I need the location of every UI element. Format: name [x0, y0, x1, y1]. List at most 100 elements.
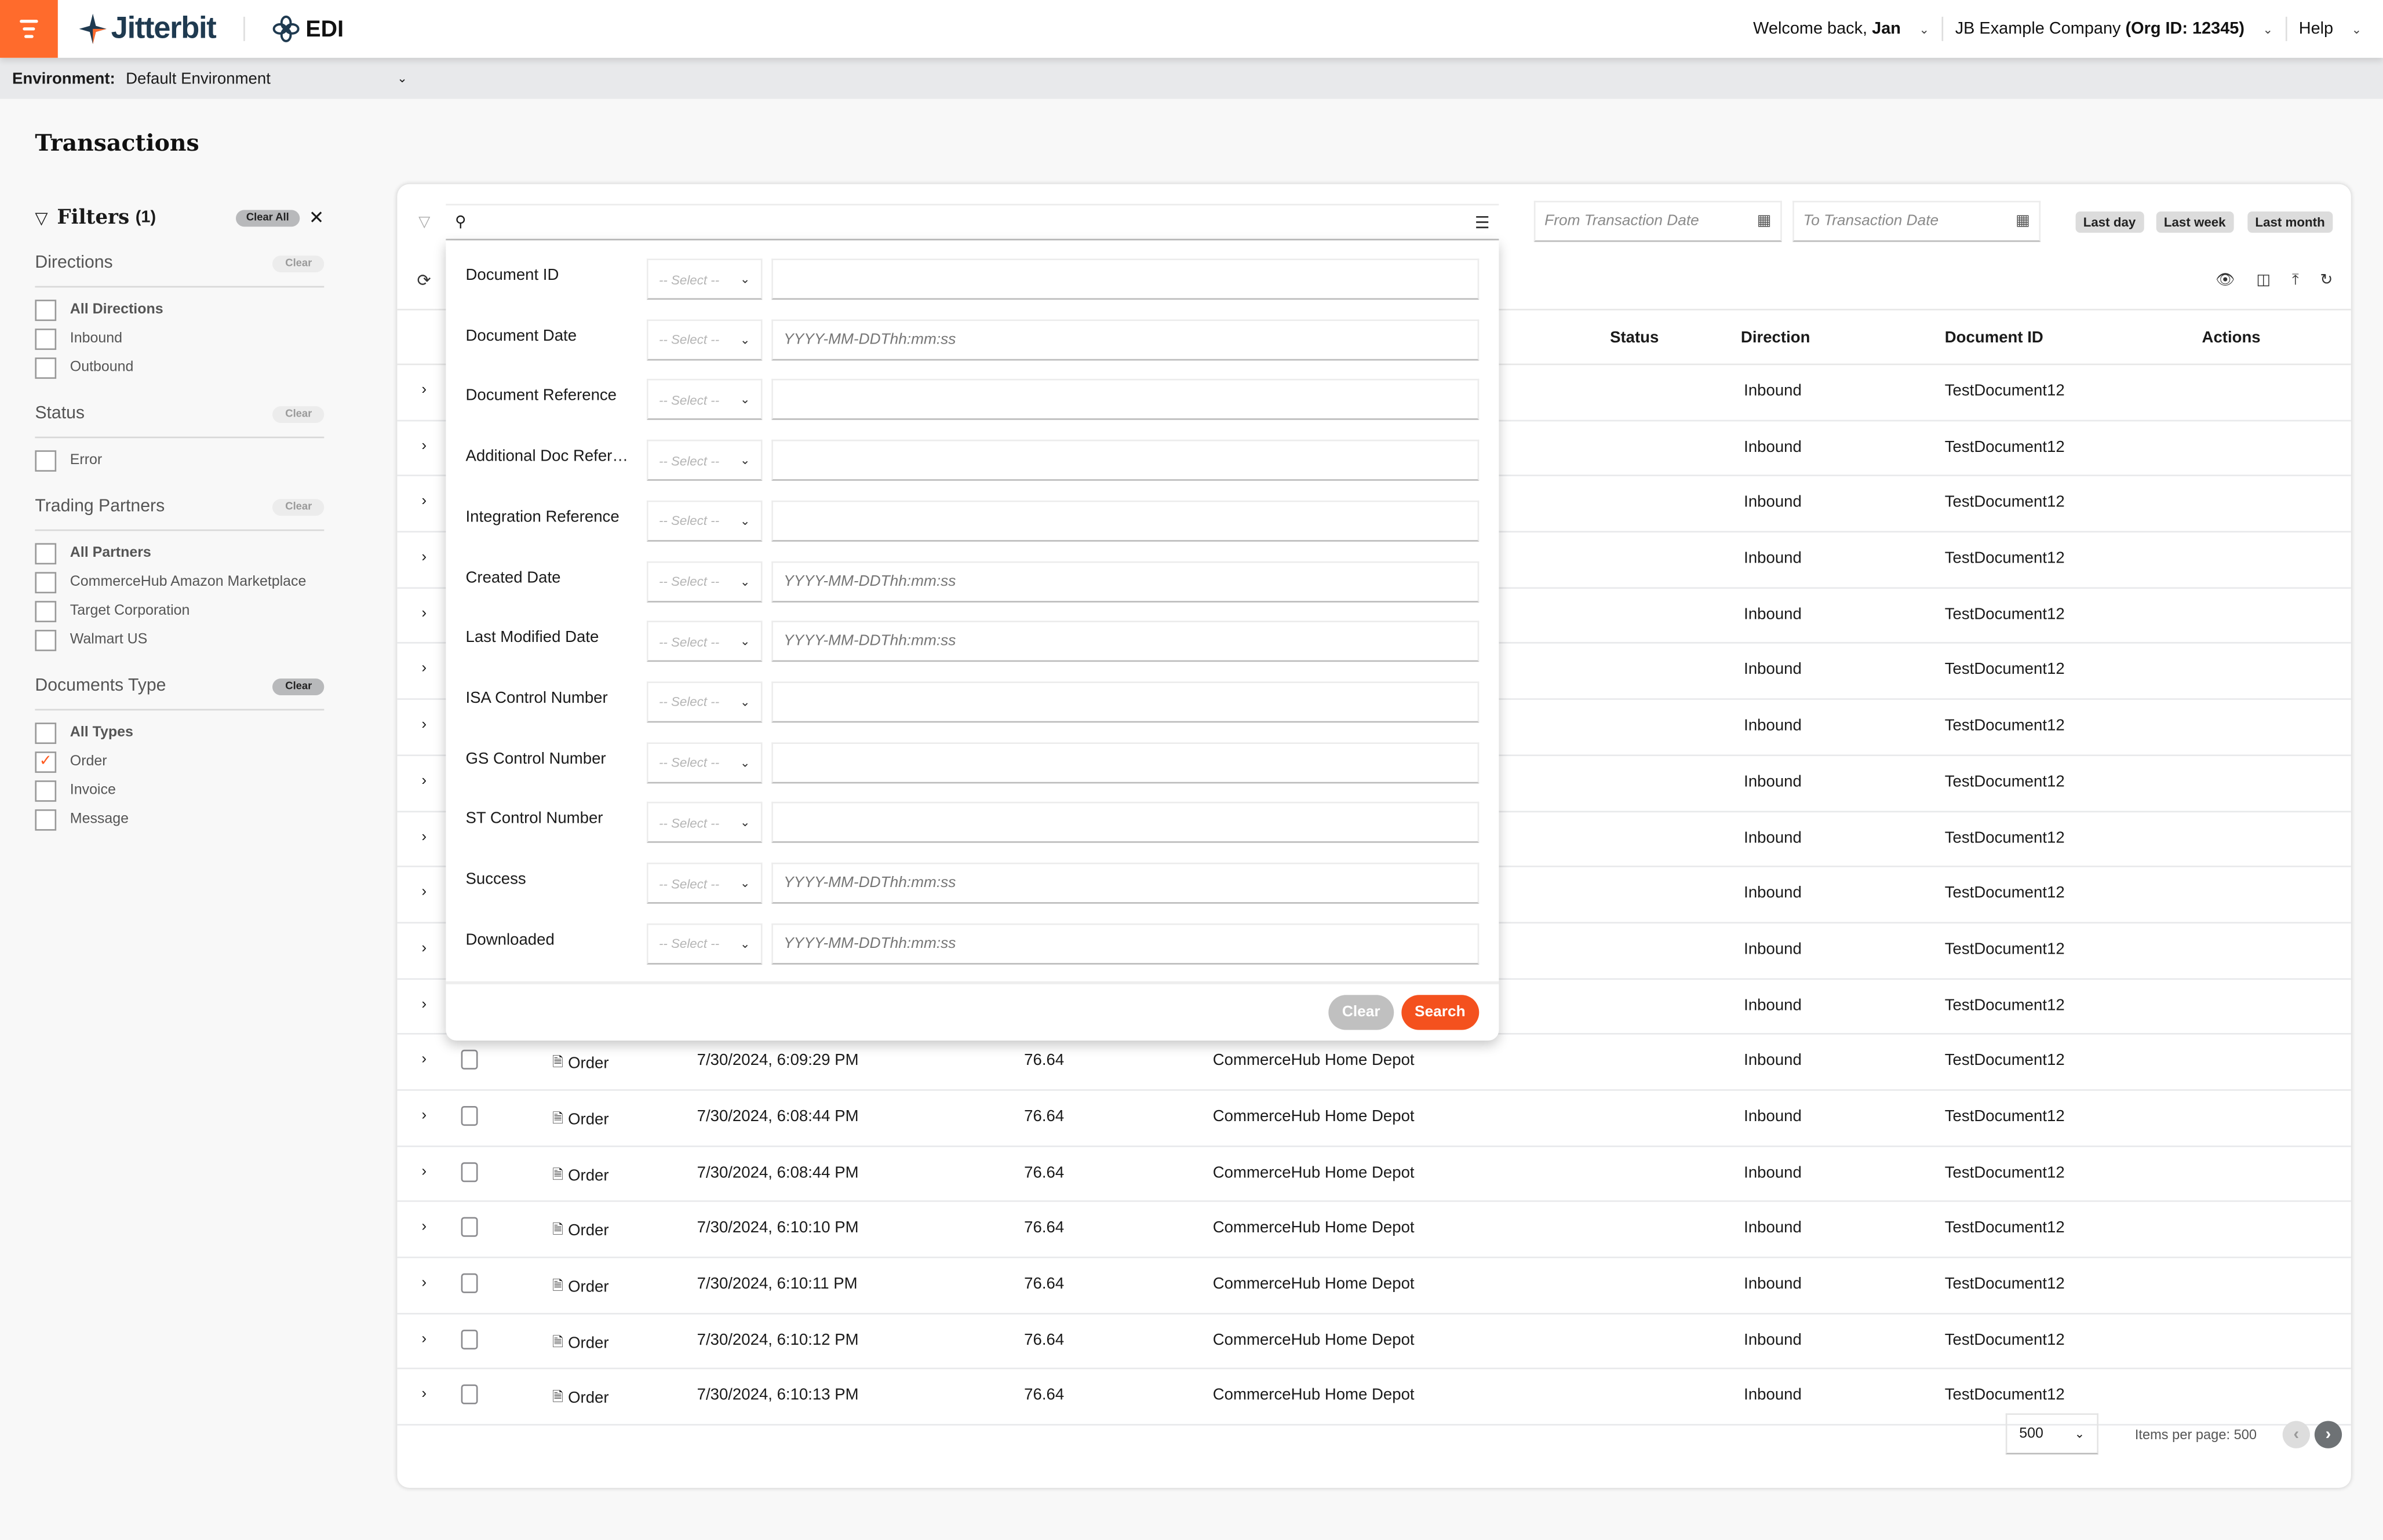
additional-doc-reference-input[interactable] [771, 440, 1480, 481]
help-menu[interactable]: Help ⌄ [2299, 20, 2362, 38]
table-row[interactable]: › 🗎 Order 7/30/2024, 6:10:10 PM 76.64 Commerc… [397, 1202, 2351, 1258]
clear-trading-partners-button[interactable]: Clear [273, 498, 325, 515]
expand-row-icon[interactable]: › [421, 549, 427, 566]
checkbox[interactable] [35, 327, 57, 349]
filter-option[interactable]: CommerceHub Amazon Marketplace [35, 567, 324, 596]
advanced-search-toggle-icon[interactable]: ☰ [1475, 212, 1490, 232]
st-control-number-input[interactable] [771, 802, 1480, 844]
isa-control-number-input[interactable] [771, 681, 1480, 722]
filter-option[interactable]: Invoice [35, 776, 324, 805]
expand-row-icon[interactable]: › [421, 996, 427, 1013]
filter-option[interactable]: Outbound [35, 353, 324, 382]
clear-button[interactable]: Clear [1328, 995, 1394, 1030]
column-direction[interactable]: Direction [1741, 329, 1810, 347]
checkbox[interactable] [35, 449, 57, 471]
checkbox[interactable] [35, 808, 57, 830]
checkbox[interactable] [35, 298, 57, 320]
expand-row-icon[interactable]: › [421, 717, 427, 733]
downloaded-input[interactable] [771, 923, 1480, 964]
clear-all-button[interactable]: Clear All [235, 209, 300, 226]
additional-doc-reference-operator-select[interactable]: -- Select -- ⌄ [646, 440, 763, 481]
row-checkbox[interactable] [461, 1105, 478, 1126]
last-week-button[interactable]: Last week [2156, 211, 2233, 233]
row-checkbox[interactable] [461, 1329, 478, 1349]
menu-button[interactable] [0, 0, 58, 58]
filter-option[interactable]: ✓ Order [35, 747, 324, 776]
row-checkbox[interactable] [461, 1385, 478, 1405]
table-row[interactable]: › 🗎 Order 7/30/2024, 6:08:44 PM 76.64 Commerc… [397, 1091, 2351, 1147]
refresh-icon[interactable]: ↻ [2320, 272, 2333, 289]
edi-product[interactable]: EDI [272, 15, 344, 42]
document-reference-input[interactable] [771, 379, 1480, 421]
checkbox[interactable]: ✓ [35, 750, 57, 772]
filter-option[interactable]: Target Corporation [35, 596, 324, 625]
column-document-id[interactable]: Document ID [1945, 329, 2043, 347]
filter-option[interactable]: All Partners [35, 539, 324, 568]
document-date-operator-select[interactable]: -- Select -- ⌄ [646, 319, 763, 360]
expand-row-icon[interactable]: › [421, 940, 427, 957]
checkbox[interactable] [35, 721, 57, 743]
integration-reference-operator-select[interactable]: -- Select -- ⌄ [646, 500, 763, 542]
row-checkbox[interactable] [461, 1162, 478, 1182]
document-date-input[interactable] [771, 319, 1480, 360]
checkbox[interactable] [35, 779, 57, 801]
checkbox[interactable] [35, 542, 57, 564]
last-day-button[interactable]: Last day [2075, 211, 2144, 233]
expand-row-icon[interactable]: › [421, 1386, 427, 1403]
clear-directions-button[interactable]: Clear [273, 254, 325, 272]
table-row[interactable]: › 🗎 Order 7/30/2024, 6:08:44 PM 76.64 Commerc… [397, 1147, 2351, 1203]
row-checkbox[interactable] [461, 1050, 478, 1070]
checkbox[interactable] [35, 356, 57, 378]
success-operator-select[interactable]: -- Select -- ⌄ [646, 862, 763, 904]
to-date-field[interactable]: To Transaction Date ▦ [1792, 200, 2041, 242]
table-row[interactable]: › 🗎 Order 7/30/2024, 6:10:11 PM 76.64 Commerc… [397, 1258, 2351, 1314]
upload-icon[interactable]: ⤒ [2292, 272, 2299, 289]
clear-documents-type-button[interactable]: Clear [273, 677, 325, 695]
expand-row-icon[interactable]: › [421, 772, 427, 789]
calendar-icon[interactable]: ▦ [2016, 213, 2030, 230]
close-filters-icon[interactable]: ✕ [309, 207, 324, 228]
filter-option[interactable]: All Directions [35, 295, 324, 324]
table-row[interactable]: › 🗎 Order 7/30/2024, 6:10:12 PM 76.64 Commerc… [397, 1314, 2351, 1370]
table-row[interactable]: › 🗎 Order 7/30/2024, 6:09:29 PM 76.64 Commerc… [397, 1035, 2351, 1091]
previous-page-button[interactable]: ‹ [2282, 1420, 2310, 1448]
filter-option[interactable]: All Types [35, 718, 324, 747]
last-modified-date-operator-select[interactable]: -- Select -- ⌄ [646, 621, 763, 662]
expand-row-icon[interactable]: › [421, 884, 427, 901]
expand-row-icon[interactable]: › [421, 1052, 427, 1068]
downloaded-operator-select[interactable]: -- Select -- ⌄ [646, 923, 763, 964]
filter-option[interactable]: Walmart US [35, 625, 324, 654]
success-input[interactable] [771, 862, 1480, 904]
expand-row-icon[interactable]: › [421, 382, 427, 399]
eye-lock-icon[interactable]: 👁 [2216, 272, 2235, 289]
gs-control-number-operator-select[interactable]: -- Select -- ⌄ [646, 742, 763, 783]
environment-select[interactable]: Default Environment ⌄ [126, 69, 407, 87]
integration-reference-input[interactable] [771, 500, 1480, 542]
isa-control-number-operator-select[interactable]: -- Select -- ⌄ [646, 681, 763, 722]
filter-option[interactable]: Message [35, 805, 324, 834]
user-menu[interactable]: Welcome back, Jan ⌄ [1753, 20, 1929, 38]
row-checkbox[interactable] [461, 1217, 478, 1238]
last-month-button[interactable]: Last month [2247, 211, 2333, 233]
sync-icon[interactable]: ⟳ [417, 271, 431, 291]
next-page-button[interactable]: › [2314, 1420, 2342, 1448]
checkbox[interactable] [35, 629, 57, 651]
columns-icon[interactable]: ◫ [2256, 272, 2271, 289]
filter-option[interactable]: Inbound [35, 324, 324, 353]
jitterbit-logo[interactable]: Jitterbit [79, 12, 217, 46]
from-date-field[interactable]: From Transaction Date ▦ [1533, 200, 1782, 242]
created-date-input[interactable] [771, 560, 1480, 602]
filter-icon[interactable]: ▽ [418, 214, 430, 231]
org-menu[interactable]: JB Example Company (Org ID: 12345) ⌄ [1955, 20, 2273, 38]
filter-option[interactable]: Error [35, 446, 324, 475]
expand-row-icon[interactable]: › [421, 1107, 427, 1124]
created-date-operator-select[interactable]: -- Select -- ⌄ [646, 560, 763, 602]
document-reference-operator-select[interactable]: -- Select -- ⌄ [646, 379, 763, 421]
expand-row-icon[interactable]: › [421, 1163, 427, 1180]
calendar-icon[interactable]: ▦ [1757, 213, 1772, 230]
expand-row-icon[interactable]: › [421, 829, 427, 845]
per-page-select[interactable]: 500 ⌄ [2005, 1413, 2098, 1455]
expand-row-icon[interactable]: › [421, 661, 427, 678]
expand-row-icon[interactable]: › [421, 605, 427, 622]
document-id-input[interactable] [771, 258, 1480, 300]
